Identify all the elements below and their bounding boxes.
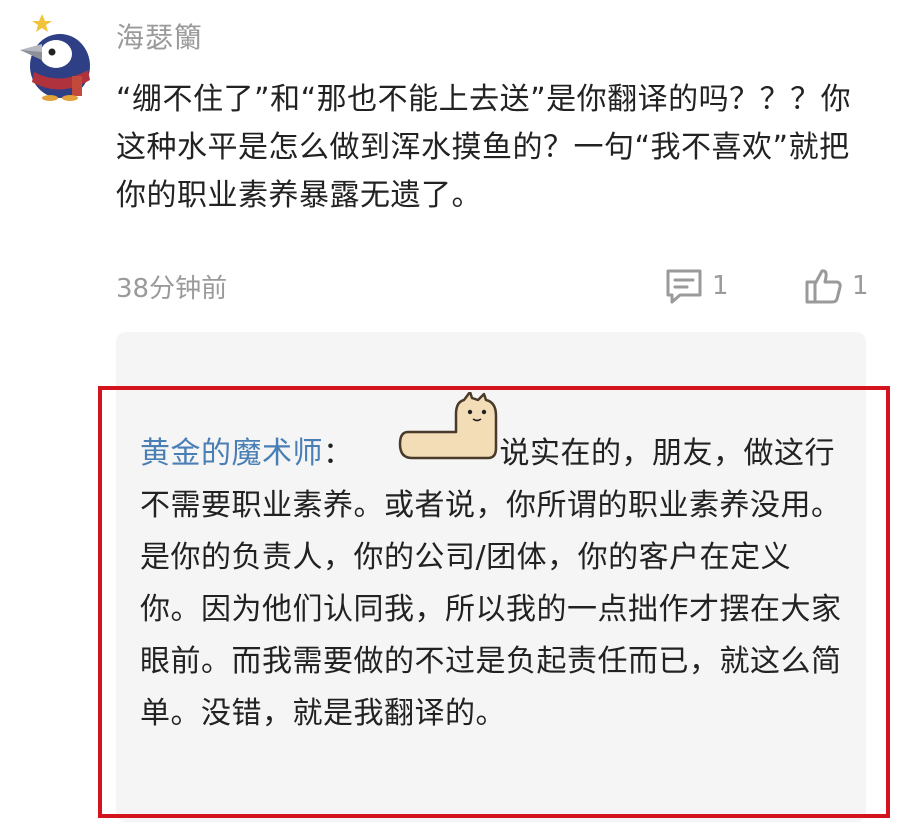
avatar[interactable]: [12, 6, 96, 102]
highlight-box: [98, 386, 890, 818]
like-count: 1: [852, 271, 869, 301]
comment-meta-row: 38分钟前 1 1: [116, 262, 876, 310]
reply-button[interactable]: 1: [664, 262, 729, 310]
comment-text: “绷不住了”和“那也不能上去送”是你翻译的吗？？？你这种水平是怎么做到浑水摸鱼的…: [116, 82, 852, 213]
thumbs-up-icon: [805, 269, 842, 304]
comment-timestamp: 38分钟前: [116, 274, 228, 304]
like-button[interactable]: 1: [804, 262, 869, 310]
penguin-avatar-icon: [20, 14, 90, 101]
comment-page: 海瑟籣 “绷不住了”和“那也不能上去送”是你翻译的吗？？？你这种水平是怎么做到浑…: [0, 0, 902, 832]
comment-username[interactable]: 海瑟籣: [116, 16, 203, 56]
reply-count: 1: [712, 271, 729, 301]
comment-icon: [666, 269, 702, 304]
